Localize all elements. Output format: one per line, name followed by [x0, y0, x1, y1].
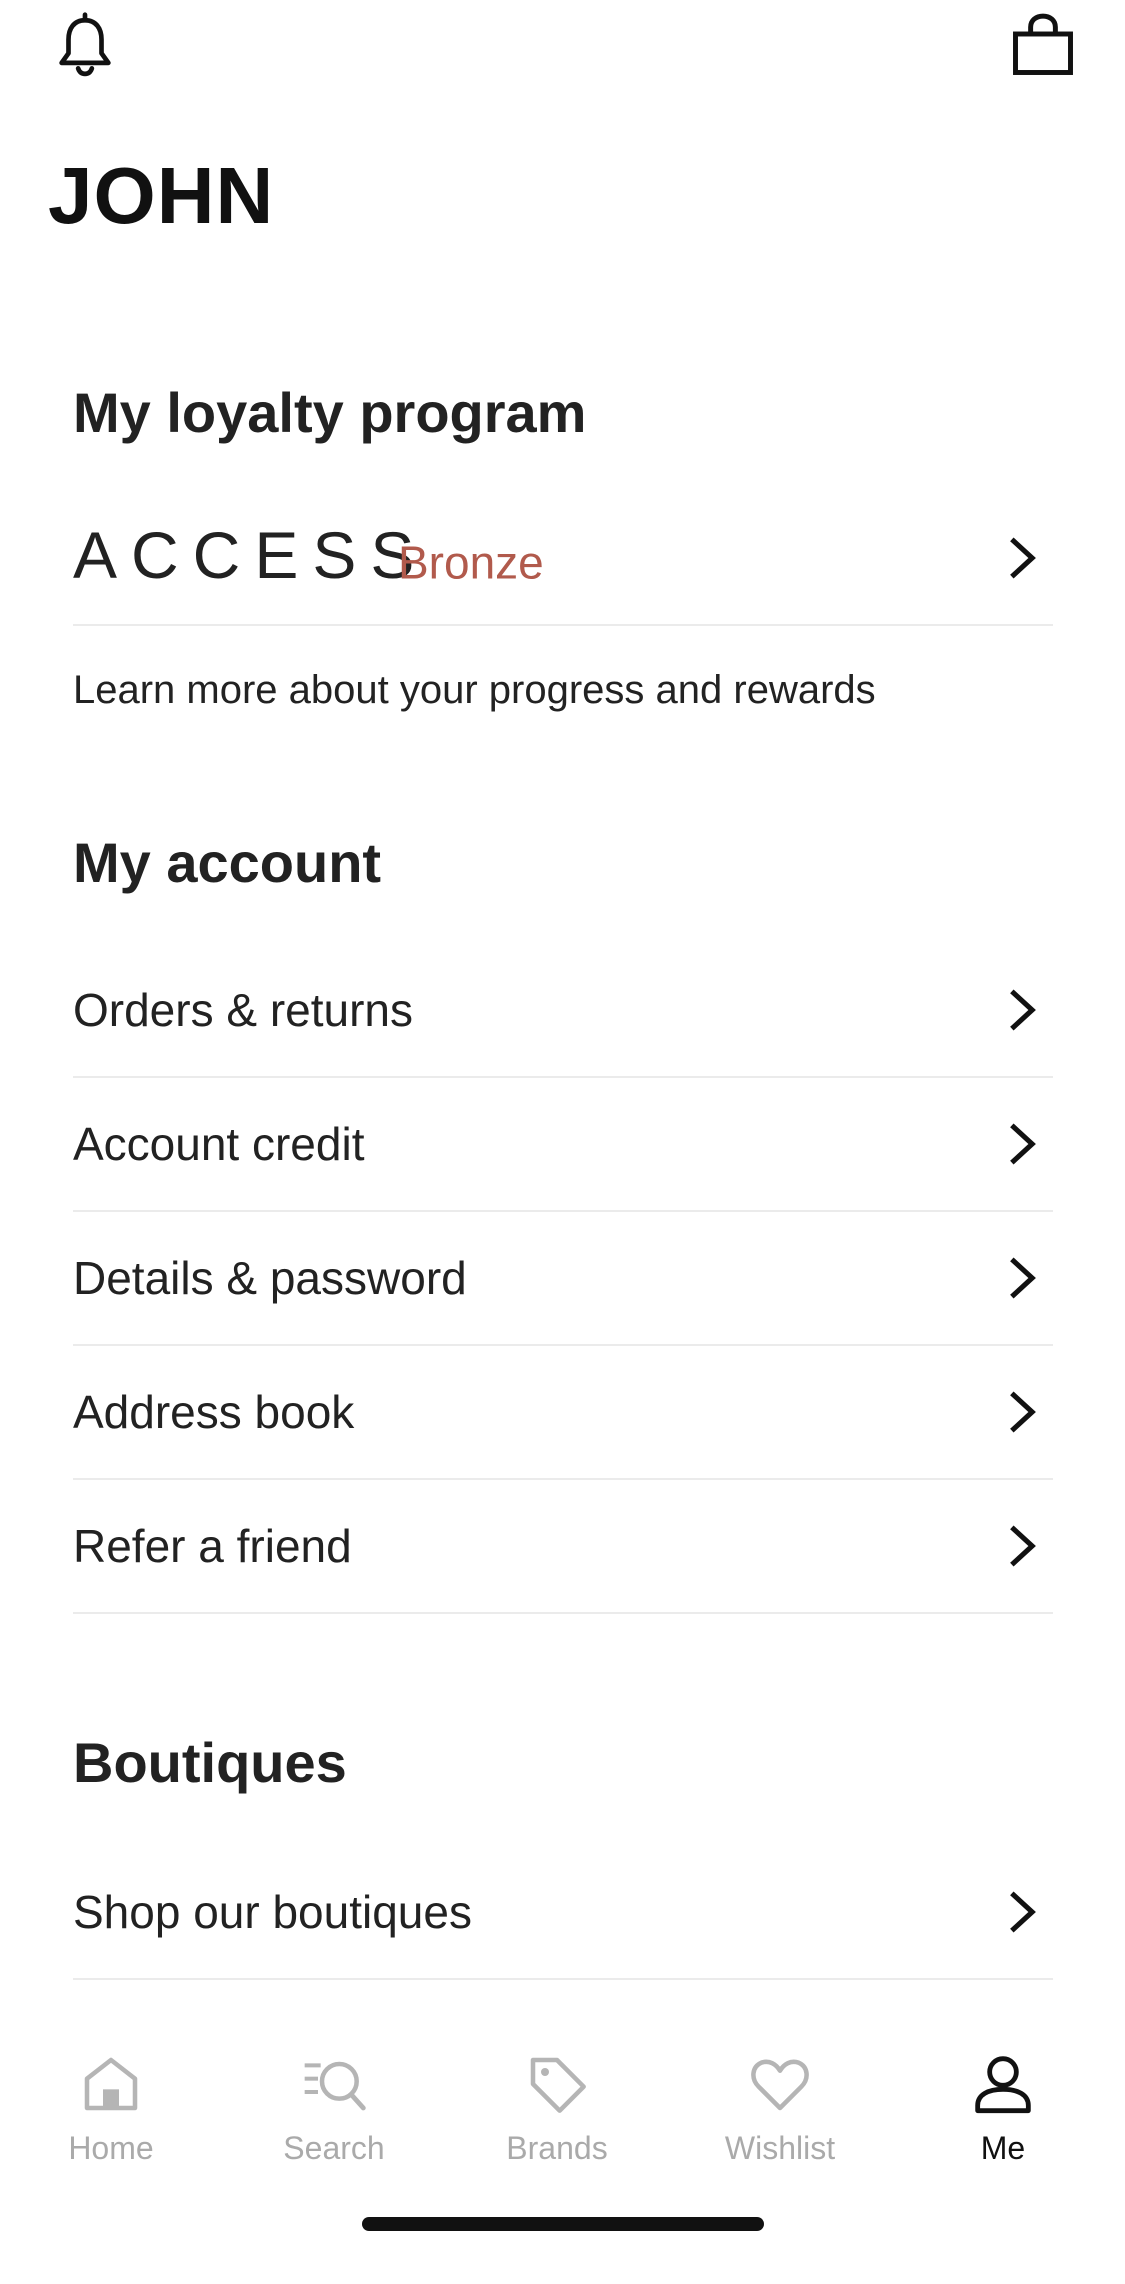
- loyalty-tier-badge: Bronze: [398, 536, 544, 589]
- menu-item-label: Shop our boutiques: [73, 1886, 472, 1938]
- bottom-tab-bar: Home Search Brands Wishlist Me: [0, 2030, 1125, 2284]
- chevron-right-icon: [1010, 537, 1036, 579]
- tab-label: Wishlist: [724, 2130, 836, 2166]
- loyalty-section-title: My loyalty program: [73, 381, 587, 444]
- shopping-bag-icon[interactable]: [1010, 12, 1076, 78]
- boutiques-section-title: Boutiques: [73, 1731, 347, 1794]
- menu-item-label: Account credit: [73, 1118, 365, 1170]
- tab-brands[interactable]: Brands: [467, 2052, 647, 2182]
- access-logo-text: ACCESS: [73, 517, 429, 592]
- account-section-title: My account: [73, 831, 382, 894]
- tab-me[interactable]: Me: [913, 2052, 1093, 2182]
- home-icon: [84, 2057, 138, 2111]
- tab-wishlist[interactable]: Wishlist: [690, 2052, 870, 2182]
- tab-search[interactable]: Search: [244, 2052, 424, 2182]
- tag-icon: [530, 2057, 586, 2113]
- tab-label: Home: [68, 2130, 154, 2166]
- bell-icon[interactable]: [52, 12, 118, 78]
- menu-item-label: Details & password: [73, 1252, 467, 1304]
- menu-item-shop-boutiques[interactable]: Shop our boutiques: [73, 1846, 1053, 1980]
- access-logo: ACCESS: [73, 517, 428, 593]
- tab-label: Brands: [506, 2130, 608, 2166]
- user-name: JOHN: [48, 151, 275, 240]
- menu-item-label: Refer a friend: [73, 1520, 352, 1572]
- learn-more-link[interactable]: Learn more about your progress and rewar…: [73, 668, 876, 713]
- chevron-right-icon: [1010, 1891, 1036, 1933]
- top-bar: [0, 0, 1125, 120]
- tab-home[interactable]: Home: [21, 2052, 201, 2182]
- heart-icon: [751, 2059, 809, 2111]
- loyalty-program-row[interactable]: ACCESS Bronze: [73, 492, 1053, 626]
- chevron-right-icon: [1010, 989, 1036, 1031]
- chevron-right-icon: [1010, 1391, 1036, 1433]
- menu-item-label: Orders & returns: [73, 984, 413, 1036]
- tab-label: Me: [980, 2130, 1026, 2166]
- person-icon: [975, 2056, 1031, 2114]
- chevron-right-icon: [1010, 1257, 1036, 1299]
- menu-item-details-password[interactable]: Details & password: [73, 1212, 1053, 1346]
- search-icon: [304, 2061, 366, 2111]
- menu-item-label: Address book: [73, 1386, 355, 1438]
- tab-label: Search: [283, 2130, 385, 2166]
- chevron-right-icon: [1010, 1525, 1036, 1567]
- home-indicator: [362, 2217, 764, 2231]
- menu-item-address-book[interactable]: Address book: [73, 1346, 1053, 1480]
- menu-item-refer-friend[interactable]: Refer a friend: [73, 1480, 1053, 1614]
- chevron-right-icon: [1010, 1123, 1036, 1165]
- menu-item-account-credit[interactable]: Account credit: [73, 1078, 1053, 1212]
- menu-item-orders-returns[interactable]: Orders & returns: [73, 944, 1053, 1078]
